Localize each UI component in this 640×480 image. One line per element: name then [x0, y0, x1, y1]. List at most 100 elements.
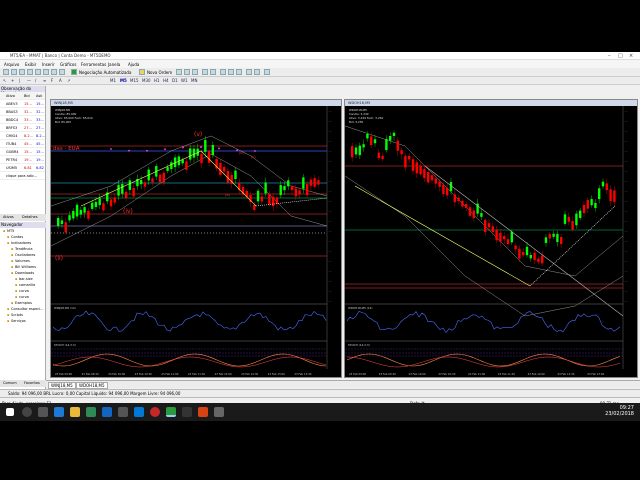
new-order-button[interactable]: Nova Ordem — [147, 70, 172, 75]
app-icon[interactable] — [118, 407, 128, 417]
menu-janela[interactable]: Janela — [108, 62, 120, 67]
tf-m1[interactable]: M1 — [110, 78, 116, 83]
market-watch-row[interactable]: BBDC4 33... 33... — [0, 116, 45, 124]
price-tick-label: ····· — [328, 210, 332, 213]
tf-m5[interactable]: M5 — [120, 78, 127, 83]
tf-m15[interactable]: M15 — [130, 78, 139, 83]
market-watch-row[interactable]: USIM5 6.81 6.82 — [0, 164, 45, 172]
menu-graficos[interactable]: Gráficos — [60, 62, 76, 67]
wave-label: (iii) — [239, 151, 245, 155]
time-tick-label: 23 Feb 10:00 — [409, 372, 426, 376]
screenshot-icon[interactable] — [264, 69, 270, 75]
cursor-icon[interactable]: ↖ — [3, 78, 6, 83]
tile-windows-icon[interactable] — [220, 69, 226, 75]
new-order-icon[interactable] — [139, 69, 145, 75]
tf-mn[interactable]: MN — [191, 78, 197, 83]
menu-arquivo[interactable]: Arquivo — [4, 62, 19, 67]
chart-canvas-winj18[interactable]: ····· ····· ····· ····· ····· ····· ····· ·····… — [51, 106, 341, 377]
candle-bullish — [354, 147, 358, 155]
ide-icon[interactable] — [59, 69, 65, 75]
templates-icon[interactable] — [254, 69, 260, 75]
toolbox-icon[interactable] — [35, 69, 41, 75]
tf-h1[interactable]: H1 — [154, 78, 160, 83]
maximize-icon[interactable]: □ — [618, 53, 623, 59]
tab-comum[interactable]: Comum — [3, 381, 17, 385]
arrow-tool-icon[interactable]: ↗ — [67, 78, 70, 83]
channel-icon[interactable]: ≡ — [43, 78, 46, 83]
text-tool-icon[interactable]: A — [59, 78, 62, 83]
tab-ativos[interactable]: Ativos — [3, 215, 14, 219]
app-icon[interactable] — [198, 407, 208, 417]
add-symbol-row[interactable]: clique para adic... — [0, 172, 45, 180]
trendline-icon[interactable]: / — [35, 78, 36, 83]
tf-w1[interactable]: W1 — [181, 78, 188, 83]
chart-tab-wdoh18[interactable]: WDOH18,M5 — [76, 382, 108, 389]
market-watch-row[interactable]: ITUB4 45... 45... — [0, 140, 45, 148]
navigator-icon[interactable] — [27, 69, 33, 75]
tf-m30[interactable]: M30 — [142, 78, 151, 83]
app-icon[interactable] — [182, 407, 192, 417]
col-ativo[interactable]: Ativo — [6, 94, 15, 98]
tab-detalhes[interactable]: Detalhes — [22, 215, 38, 219]
app-icon[interactable] — [150, 407, 160, 417]
chart-window-wdoh18[interactable]: WDOH18,M5 ····· ····· ····· ····· ····· ·····… — [344, 99, 638, 378]
new-chart-icon[interactable] — [3, 69, 9, 75]
autotrade-icon[interactable] — [71, 69, 77, 75]
bid-value: 45... — [24, 142, 32, 146]
market-watch-row[interactable]: GGBR4 15... 15... — [0, 148, 45, 156]
indicators-icon[interactable] — [246, 69, 252, 75]
vline-icon[interactable]: | — [19, 78, 20, 83]
chart-tab-winj18[interactable]: WINJ18,M5 — [48, 382, 76, 389]
chart-canvas-wdoh18[interactable]: ····· ····· ····· ····· ····· ····· ····· ·····… — [345, 106, 637, 377]
crosshair-icon[interactable]: + — [11, 78, 14, 83]
market-watch-row[interactable]: ABEV3 15... 15... — [0, 100, 45, 108]
tf-d1[interactable]: D1 — [172, 78, 178, 83]
chart-type-bars-icon[interactable] — [176, 69, 182, 75]
hline-icon[interactable]: — — [27, 78, 31, 83]
symbol-name: BBDC4 — [6, 118, 19, 122]
task-view-icon[interactable] — [38, 407, 48, 417]
market-watch-row[interactable]: BRFS3 27... 27... — [0, 124, 45, 132]
col-bid[interactable]: Bid — [24, 94, 30, 98]
tester-icon[interactable] — [43, 69, 49, 75]
chart-type-line-icon[interactable] — [192, 69, 198, 75]
navigator-item[interactable]: ▪ Serviços — [0, 318, 46, 324]
zoom-out-icon[interactable] — [210, 69, 216, 75]
market-watch-row[interactable]: PETR4 19... 19... — [0, 156, 45, 164]
chart-window-winj18[interactable]: WINJ18,M5 ····· ····· ····· ····· ····· ·····… — [50, 99, 342, 378]
app-icon[interactable] — [134, 407, 144, 417]
market-watch-row[interactable]: CMIG4 8.2... 8.2... — [0, 132, 45, 140]
chart-type-candles-icon[interactable] — [184, 69, 190, 75]
chart-shift-icon[interactable] — [236, 69, 242, 75]
profiles-icon[interactable] — [11, 69, 17, 75]
zoom-in-icon[interactable] — [202, 69, 208, 75]
fibonacci-icon[interactable]: F — [51, 78, 53, 83]
symbol-name: BBAS3 — [6, 110, 18, 114]
metatrader-icon[interactable] — [166, 407, 176, 417]
search-icon[interactable] — [51, 69, 57, 75]
autotrade-button[interactable]: Negociação Automatizada — [79, 70, 131, 75]
minimize-icon[interactable]: – — [608, 53, 611, 59]
edge-icon[interactable] — [54, 407, 64, 417]
market-watch-icon[interactable] — [19, 69, 25, 75]
col-ask[interactable]: Ask — [36, 94, 42, 98]
search-icon[interactable] — [22, 407, 32, 417]
market-watch-row[interactable]: BBAS3 32... 32... — [0, 108, 45, 116]
menu-exibir[interactable]: Exibir — [25, 62, 36, 67]
close-icon[interactable]: × — [629, 53, 633, 59]
app-icon[interactable] — [102, 407, 112, 417]
start-icon[interactable] — [6, 408, 14, 416]
chart-info-text: Bid: 85,005 — [55, 120, 71, 124]
bid-value: 27... — [24, 126, 32, 130]
tab-favoritos[interactable]: Favoritos — [24, 381, 40, 385]
menu-inserir[interactable]: Inserir — [42, 62, 55, 67]
time-tick-label: 23 Feb 11:00 — [468, 372, 485, 376]
system-clock[interactable]: 09:27 23/02/2018 — [605, 405, 634, 417]
menu-ferramentas[interactable]: Ferramentas — [81, 62, 106, 67]
tf-h4[interactable]: H4 — [163, 78, 169, 83]
menu-ajuda[interactable]: Ajuda — [128, 62, 139, 67]
autoscroll-icon[interactable] — [228, 69, 234, 75]
explorer-icon[interactable] — [70, 407, 80, 417]
app-icon[interactable] — [86, 407, 96, 417]
app-icon[interactable] — [214, 407, 224, 417]
